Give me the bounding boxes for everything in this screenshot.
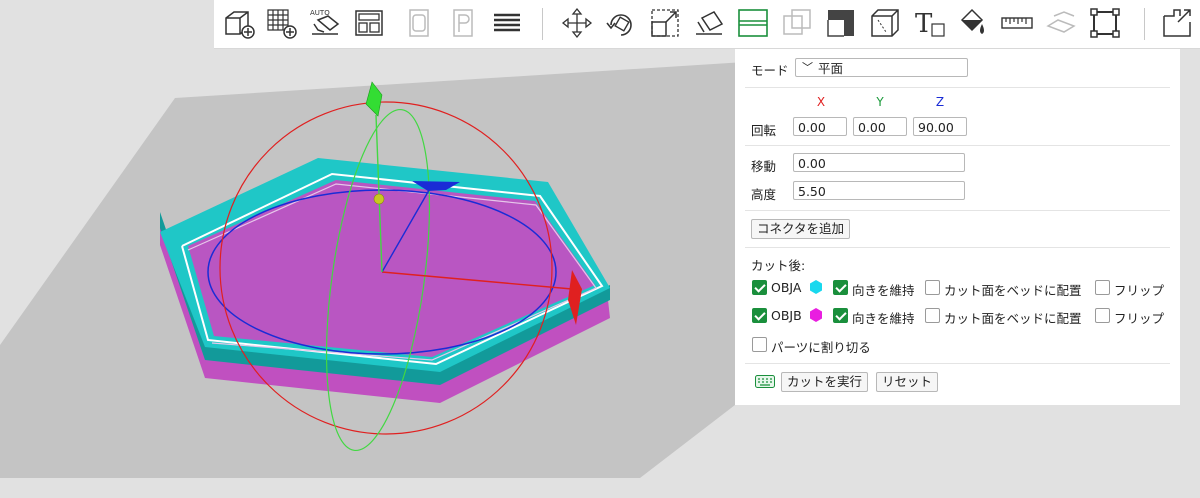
chevron-down-icon: ﹀	[802, 61, 813, 74]
place-on-face-icon[interactable]	[690, 4, 728, 42]
split-icon[interactable]	[1158, 4, 1196, 42]
paste-icon[interactable]	[444, 4, 482, 42]
add-grid-icon[interactable]	[262, 4, 300, 42]
obja-flip-label: フリップ	[1114, 283, 1165, 298]
axis-z-label: Z	[935, 95, 945, 109]
height-input[interactable]: 5.50	[793, 181, 965, 200]
obja-place-on-bed-checkbox[interactable]	[925, 280, 940, 295]
obja-keep-orientation-label: 向きを維持	[852, 283, 915, 298]
obja-flip-checkbox[interactable]	[1095, 280, 1110, 295]
obja-color-hexagon-icon	[810, 280, 822, 294]
rotate-z-input[interactable]: 90.00	[913, 117, 967, 136]
objb-checkbox[interactable]	[752, 308, 767, 323]
cut-icon[interactable]	[734, 4, 772, 42]
auto-arrange-icon[interactable]: AUTO	[306, 4, 344, 42]
variable-layer-icon[interactable]	[1086, 4, 1124, 42]
layout-icon[interactable]	[350, 4, 388, 42]
paint-icon[interactable]	[954, 4, 992, 42]
split-parts-label: パーツに割り切る	[771, 340, 871, 355]
support-icon[interactable]	[866, 4, 904, 42]
keyboard-icon[interactable]	[755, 375, 775, 388]
objb-flip-checkbox[interactable]	[1095, 308, 1110, 323]
add-connector-button[interactable]: コネクタを追加	[751, 219, 851, 239]
mode-select[interactable]: ﹀ 平面	[795, 58, 968, 77]
obja-place-on-bed-label: カット面をベッドに配置	[944, 283, 1082, 298]
obja-checkbox[interactable]	[752, 280, 767, 295]
after-cut-label: カット後:	[751, 258, 806, 273]
cut-tool-panel: モード ﹀ 平面 X Y Z 回転 0.00 0.00 90.00 移動 0.0…	[735, 49, 1180, 405]
move-input[interactable]: 0.00	[793, 153, 965, 172]
execute-cut-button[interactable]: カットを実行	[781, 372, 869, 392]
duplicate-icon[interactable]	[400, 4, 438, 42]
move-label: 移動	[751, 159, 777, 174]
axis-x-label: X	[816, 95, 826, 109]
height-label: 高度	[751, 187, 777, 202]
move-icon[interactable]	[558, 4, 596, 42]
obja-label: OBJA	[771, 280, 802, 295]
objb-flip-label: フリップ	[1114, 311, 1165, 326]
rotate-icon[interactable]	[602, 4, 640, 42]
objb-color-hexagon-icon	[810, 308, 822, 322]
rotate-y-input[interactable]: 0.00	[853, 117, 907, 136]
add-part-icon[interactable]	[220, 4, 258, 42]
scale-icon[interactable]	[646, 4, 684, 42]
objb-keep-orientation-label: 向きを維持	[852, 311, 915, 326]
mode-value: 平面	[818, 61, 844, 76]
objb-keep-orientation-checkbox[interactable]	[833, 308, 848, 323]
main-toolbar: AUTO T	[214, 0, 1200, 49]
ruler-icon[interactable]	[998, 4, 1036, 42]
text-icon[interactable]: T	[910, 4, 948, 42]
split-parts-checkbox[interactable]	[752, 337, 767, 352]
mode-label: モード	[751, 63, 789, 78]
obja-keep-orientation-checkbox[interactable]	[833, 280, 848, 295]
objb-label: OBJB	[771, 308, 802, 323]
measure-shape-icon[interactable]	[822, 4, 860, 42]
seam-icon[interactable]	[1042, 4, 1080, 42]
rotate-label: 回転	[751, 123, 777, 138]
rotate-x-input[interactable]: 0.00	[793, 117, 847, 136]
boolean-icon[interactable]	[778, 4, 816, 42]
objb-place-on-bed-label: カット面をベッドに配置	[944, 311, 1082, 326]
axis-y-label: Y	[876, 95, 884, 109]
reset-button[interactable]: リセット	[876, 372, 939, 392]
layers-icon[interactable]	[488, 4, 526, 42]
center-handle[interactable]	[373, 193, 385, 205]
objb-place-on-bed-checkbox[interactable]	[925, 308, 940, 323]
svg-text:T: T	[915, 9, 933, 39]
